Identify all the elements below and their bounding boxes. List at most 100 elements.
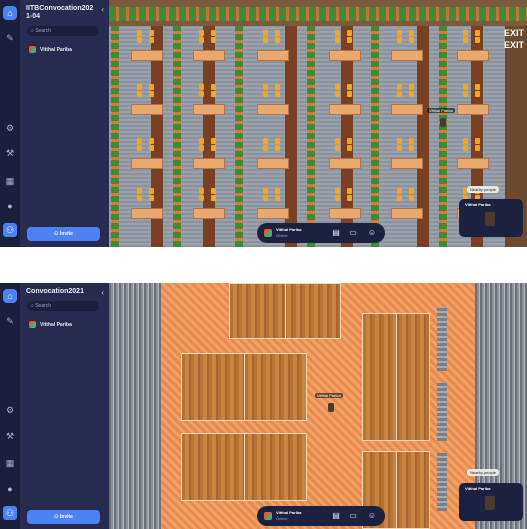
chair <box>275 138 280 144</box>
chair <box>335 30 340 36</box>
chair <box>409 145 414 151</box>
bottom-dock: Vitthal Pariba Online ▤ ▭ ☺ <box>257 506 385 526</box>
chat-icon[interactable]: ● <box>3 199 17 213</box>
chevron-left-icon[interactable]: ‹ <box>101 5 104 14</box>
chair <box>409 30 414 36</box>
search-input[interactable]: ⌕ Search <box>27 26 99 36</box>
chair <box>211 30 216 36</box>
chair <box>211 145 216 151</box>
invite-button[interactable]: ⚇ Invite <box>27 510 100 524</box>
screen-share-icon[interactable]: ▭ <box>348 228 358 238</box>
desk <box>193 50 225 61</box>
chair <box>475 91 480 97</box>
chair <box>463 30 468 36</box>
desk <box>193 104 225 115</box>
search-input[interactable]: ⌕ Search <box>27 301 99 311</box>
video-name: Vitthal Pariba <box>465 202 491 207</box>
dock-status: Online <box>276 233 288 238</box>
calendar-icon[interactable]: ▦ <box>3 456 17 470</box>
chair <box>263 145 268 151</box>
settings-icon[interactable]: ⚙ <box>3 403 17 417</box>
chair <box>137 188 142 194</box>
member-name: Vitthal Pariba <box>40 46 72 53</box>
emoji-icon[interactable]: ☺ <box>367 511 377 521</box>
chat-icon[interactable]: ● <box>3 482 17 496</box>
calendar-icon[interactable]: ▦ <box>3 174 17 188</box>
chair <box>397 91 402 97</box>
plant-row <box>109 7 527 21</box>
member-list-item[interactable]: Vitthal Pariba <box>29 46 72 53</box>
pin-icon[interactable]: ✎ <box>3 31 17 45</box>
chair <box>199 138 204 144</box>
chair <box>149 188 154 194</box>
player-avatar[interactable] <box>328 403 334 412</box>
video-avatar <box>485 212 495 226</box>
player-avatar[interactable] <box>440 118 446 127</box>
hedge <box>307 26 315 247</box>
nearby-bubble: Nearby people <box>467 469 500 476</box>
chair <box>211 37 216 43</box>
chair <box>211 84 216 90</box>
chair <box>137 91 142 97</box>
avatar[interactable] <box>264 512 272 520</box>
space-title: Convocation2021 <box>26 288 84 295</box>
video-card[interactable]: Vitthal Pariba <box>459 483 523 521</box>
chair <box>335 84 340 90</box>
seating <box>437 453 447 511</box>
chair <box>199 195 204 201</box>
chair <box>475 84 480 90</box>
map-icon[interactable]: ▤ <box>331 228 341 238</box>
video-avatar <box>485 496 495 510</box>
chevron-left-icon[interactable]: ‹ <box>101 288 104 297</box>
pin-icon[interactable]: ✎ <box>3 314 17 328</box>
avatar[interactable] <box>264 229 272 237</box>
chair <box>397 195 402 201</box>
seating <box>437 307 447 371</box>
chair <box>211 195 216 201</box>
hedge <box>371 26 379 247</box>
chair <box>347 145 352 151</box>
screen-share-icon[interactable]: ▭ <box>348 511 358 521</box>
map-icon[interactable]: ▤ <box>331 511 341 521</box>
chair <box>463 138 468 144</box>
desk <box>329 208 361 219</box>
game-map[interactable]: EXIT EXIT Vitthal Pariba Nearby people V… <box>109 0 527 247</box>
chair <box>275 84 280 90</box>
member-list-item[interactable]: Vitthal Pariba <box>29 321 72 328</box>
chair <box>409 84 414 90</box>
hedge <box>235 26 243 247</box>
home-icon[interactable]: ⌂ <box>3 289 17 303</box>
chair <box>463 145 468 151</box>
chair <box>199 145 204 151</box>
desk <box>131 50 163 61</box>
chair <box>475 37 480 43</box>
chair <box>263 195 268 201</box>
chair <box>137 84 142 90</box>
chair <box>409 91 414 97</box>
settings-icon[interactable]: ⚙ <box>3 121 17 135</box>
chair <box>397 138 402 144</box>
chair <box>463 91 468 97</box>
home-icon[interactable]: ⌂ <box>3 6 17 20</box>
chair <box>149 195 154 201</box>
users-icon[interactable]: ⚇ <box>3 223 17 237</box>
desk <box>257 104 289 115</box>
chair <box>347 188 352 194</box>
tools-icon[interactable]: ⚒ <box>3 146 17 160</box>
chair <box>347 30 352 36</box>
court <box>362 313 430 441</box>
chair <box>397 145 402 151</box>
video-card[interactable]: Vitthal Pariba <box>459 199 523 237</box>
invite-button[interactable]: ⚇ Invite <box>27 227 100 241</box>
game-map[interactable]: Vitthal Pariba Nearby people Vitthal Par… <box>109 283 527 529</box>
tools-icon[interactable]: ⚒ <box>3 429 17 443</box>
chair <box>263 188 268 194</box>
player-nametag: Vitthal Pariba <box>315 393 343 398</box>
chair <box>475 138 480 144</box>
desk <box>457 104 489 115</box>
users-icon[interactable]: ⚇ <box>3 506 17 520</box>
chair <box>149 37 154 43</box>
chair <box>397 30 402 36</box>
nearby-bubble: Nearby people <box>467 186 500 193</box>
emoji-icon[interactable]: ☺ <box>367 228 377 238</box>
